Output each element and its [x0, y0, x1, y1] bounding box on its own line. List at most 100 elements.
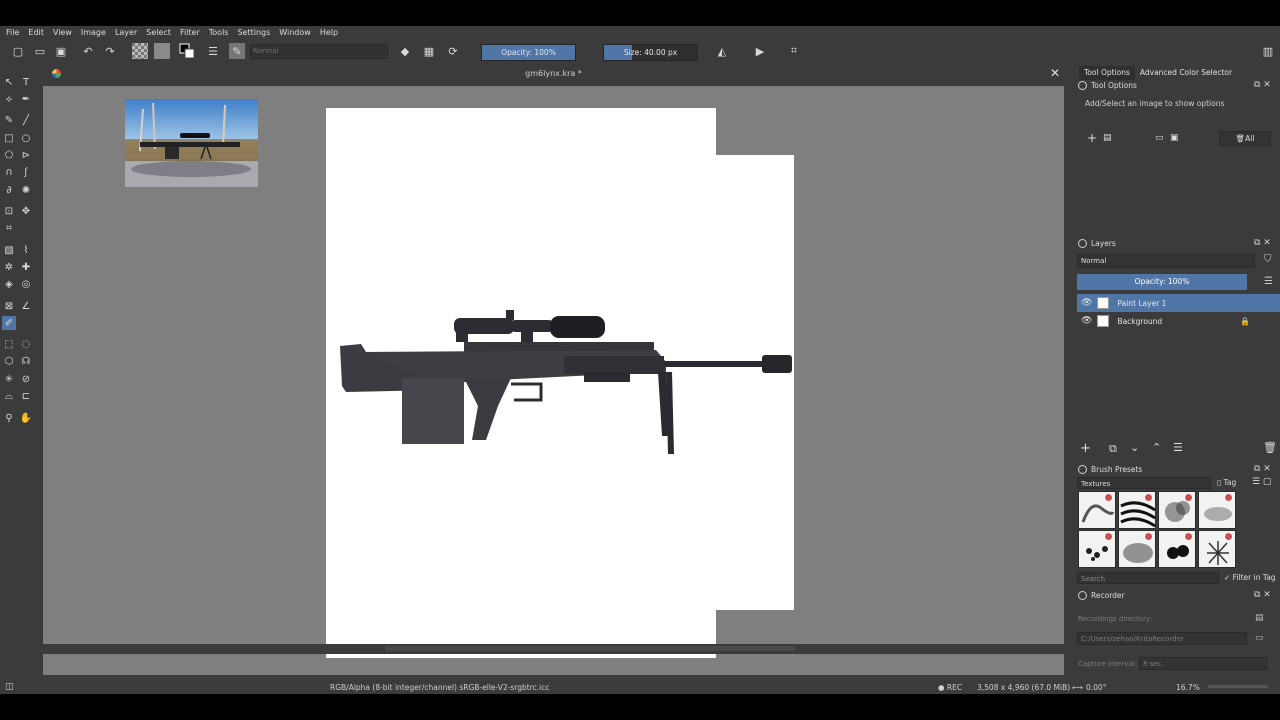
save-reference-icon[interactable]: ▣	[1170, 133, 1179, 143]
layers-blend-mode-select[interactable]: Normal	[1077, 254, 1255, 268]
foreground-background-color-icon[interactable]	[179, 43, 195, 59]
freehand-brush-icon[interactable]: ✎	[2, 113, 16, 127]
menu-help[interactable]: Help	[320, 28, 338, 37]
delete-reference-icon[interactable]: ▤	[1103, 133, 1112, 143]
tag-button[interactable]: ▯ Tag	[1217, 478, 1236, 487]
menu-settings[interactable]: Settings	[237, 28, 270, 37]
brush-preset-tile[interactable]	[1118, 491, 1156, 529]
recorder-float-close[interactable]: ⧉ ✕	[1254, 590, 1271, 600]
brush-tag-select[interactable]: Textures	[1077, 477, 1211, 489]
reload-preset-icon[interactable]: ⟳	[445, 43, 461, 59]
bezier-tool-icon[interactable]: ∩	[2, 165, 16, 179]
brush-preset-tile[interactable]	[1118, 530, 1156, 568]
menu-tools[interactable]: Tools	[209, 28, 229, 37]
tool-options-float-close[interactable]: ⧉ ✕	[1254, 80, 1271, 90]
size-slider[interactable]: Size: 40.00 px	[603, 44, 698, 61]
recordings-directory-input[interactable]: C:/Users/zehao/KritaRecorder	[1077, 632, 1247, 645]
open-document-icon[interactable]: ▭	[32, 43, 48, 59]
mirror-horizontal-icon[interactable]: ◭	[714, 43, 730, 59]
horizontal-scroll-thumb[interactable]	[385, 646, 795, 651]
filter-in-tag-checkbox[interactable]: ✓ Filter in Tag	[1224, 573, 1276, 582]
brush-preset-icon[interactable]: ✎	[229, 43, 245, 59]
panel-lock-icon[interactable]	[1078, 591, 1087, 600]
add-layer-icon[interactable]: +	[1080, 441, 1091, 456]
new-document-icon[interactable]: ▢	[10, 43, 26, 59]
layer-opacity-slider[interactable]: Opacity: 100%	[1077, 274, 1247, 290]
view-mode-icon[interactable]: ☰ ▢	[1252, 477, 1271, 487]
visibility-eye-icon[interactable]: 👁	[1081, 316, 1092, 326]
undo-icon[interactable]: ↶	[80, 43, 96, 59]
menu-file[interactable]: File	[6, 28, 19, 37]
delete-all-button[interactable]: 🗑All	[1219, 131, 1271, 146]
visibility-eye-icon[interactable]: 👁	[1081, 298, 1092, 308]
move-layer-down-icon[interactable]: ⌄	[1130, 441, 1139, 454]
multibrush-icon[interactable]: ✺	[19, 183, 33, 197]
reference-images-tool-icon[interactable]: ✐	[2, 316, 16, 330]
ellipse-tool-icon[interactable]: ○	[19, 131, 33, 145]
fill-tool-icon[interactable]: ◈	[2, 277, 16, 291]
menu-select[interactable]: Select	[146, 28, 171, 37]
close-document-icon[interactable]: ✕	[1050, 66, 1060, 80]
wrap-around-icon[interactable]: ⌗	[786, 43, 802, 59]
bezier-selection-icon[interactable]: ⌓	[2, 389, 16, 403]
move-layer-up-icon[interactable]: ⌃	[1152, 441, 1161, 454]
workspace-icon[interactable]: ▥	[1260, 43, 1276, 59]
freehand-path-icon[interactable]: ʃ	[19, 165, 33, 179]
menu-edit[interactable]: Edit	[28, 28, 44, 37]
measure-tool-icon[interactable]: ∠	[19, 299, 33, 313]
add-reference-icon[interactable]: +	[1087, 131, 1097, 145]
smart-patch-icon[interactable]: ✚	[19, 260, 33, 274]
filter-icon[interactable]: ⛉	[1264, 254, 1272, 265]
brush-preset-tile[interactable]	[1158, 530, 1196, 568]
status-brush-icon[interactable]: ◫	[5, 682, 14, 692]
capture-interval-input[interactable]: 8 sec.	[1139, 657, 1267, 670]
crop-tool-icon[interactable]: ⌗	[2, 221, 16, 235]
color-picker-icon[interactable]: ⌇	[19, 243, 33, 257]
panel-lock-icon[interactable]	[1078, 81, 1087, 90]
select-shape-icon[interactable]: ↖	[2, 75, 16, 89]
layer-row[interactable]: 👁 Background 🔒	[1077, 312, 1280, 330]
transform-tool-icon[interactable]: ⊡	[2, 204, 16, 218]
rectangle-tool-icon[interactable]: □	[2, 131, 16, 145]
pan-tool-icon[interactable]: ✋	[19, 411, 33, 425]
line-tool-icon[interactable]: ╱	[19, 113, 33, 127]
delete-layer-icon[interactable]: 🗑	[1263, 441, 1277, 454]
brush-preset-tile[interactable]	[1198, 530, 1236, 568]
assistant-tool-icon[interactable]: ⊠	[2, 299, 16, 313]
rectangular-selection-icon[interactable]: ⬚	[2, 337, 16, 351]
edit-shape-icon[interactable]: ⟡	[2, 92, 16, 106]
layer-row[interactable]: 👁 Paint Layer 1	[1077, 294, 1280, 312]
tab-advanced-color-selector[interactable]: Advanced Color Selector	[1135, 66, 1237, 80]
tab-tool-options[interactable]: Tool Options	[1079, 66, 1135, 80]
dynamic-brush-icon[interactable]: ∂	[2, 183, 16, 197]
vertical-scrollbar[interactable]	[1064, 60, 1072, 649]
text-tool-icon[interactable]: T	[19, 75, 33, 89]
brush-settings-icon[interactable]: ☰	[205, 43, 221, 59]
move-tool-icon[interactable]: ✥	[19, 204, 33, 218]
record-indicator[interactable]: ● REC	[938, 683, 962, 692]
brush-search-input[interactable]: Search	[1077, 572, 1219, 584]
brush-presets-float-close[interactable]: ⧉ ✕	[1254, 464, 1271, 474]
recorder-list-icon[interactable]: ▤	[1255, 613, 1264, 623]
gradient-icon[interactable]	[154, 43, 170, 59]
duplicate-layer-icon[interactable]: ⧉	[1109, 442, 1117, 456]
menu-view[interactable]: View	[53, 28, 72, 37]
brush-preset-tile[interactable]	[1198, 491, 1236, 529]
panel-lock-icon[interactable]	[1078, 465, 1087, 474]
redo-icon[interactable]: ↷	[102, 43, 118, 59]
horizontal-scrollbar[interactable]	[43, 644, 1064, 654]
zoom-slider[interactable]	[1208, 685, 1268, 688]
layers-float-close[interactable]: ⧉ ✕	[1254, 238, 1271, 248]
browse-folder-icon[interactable]: ▭	[1255, 633, 1264, 643]
colorize-mask-icon[interactable]: ✲	[2, 260, 16, 274]
menu-filter[interactable]: Filter	[180, 28, 200, 37]
contiguous-selection-icon[interactable]: ✳	[2, 372, 16, 386]
polygon-tool-icon[interactable]: ⬠	[2, 148, 16, 162]
mirror-vertical-icon[interactable]: ▶	[752, 43, 768, 59]
load-reference-icon[interactable]: ▭	[1155, 133, 1164, 143]
opacity-slider[interactable]: Opacity: 100%	[481, 44, 576, 61]
menu-image[interactable]: Image	[81, 28, 106, 37]
gradient-tool-icon[interactable]: ▧	[2, 243, 16, 257]
save-icon[interactable]: ▣	[53, 43, 69, 59]
panel-lock-icon[interactable]	[1078, 239, 1087, 248]
